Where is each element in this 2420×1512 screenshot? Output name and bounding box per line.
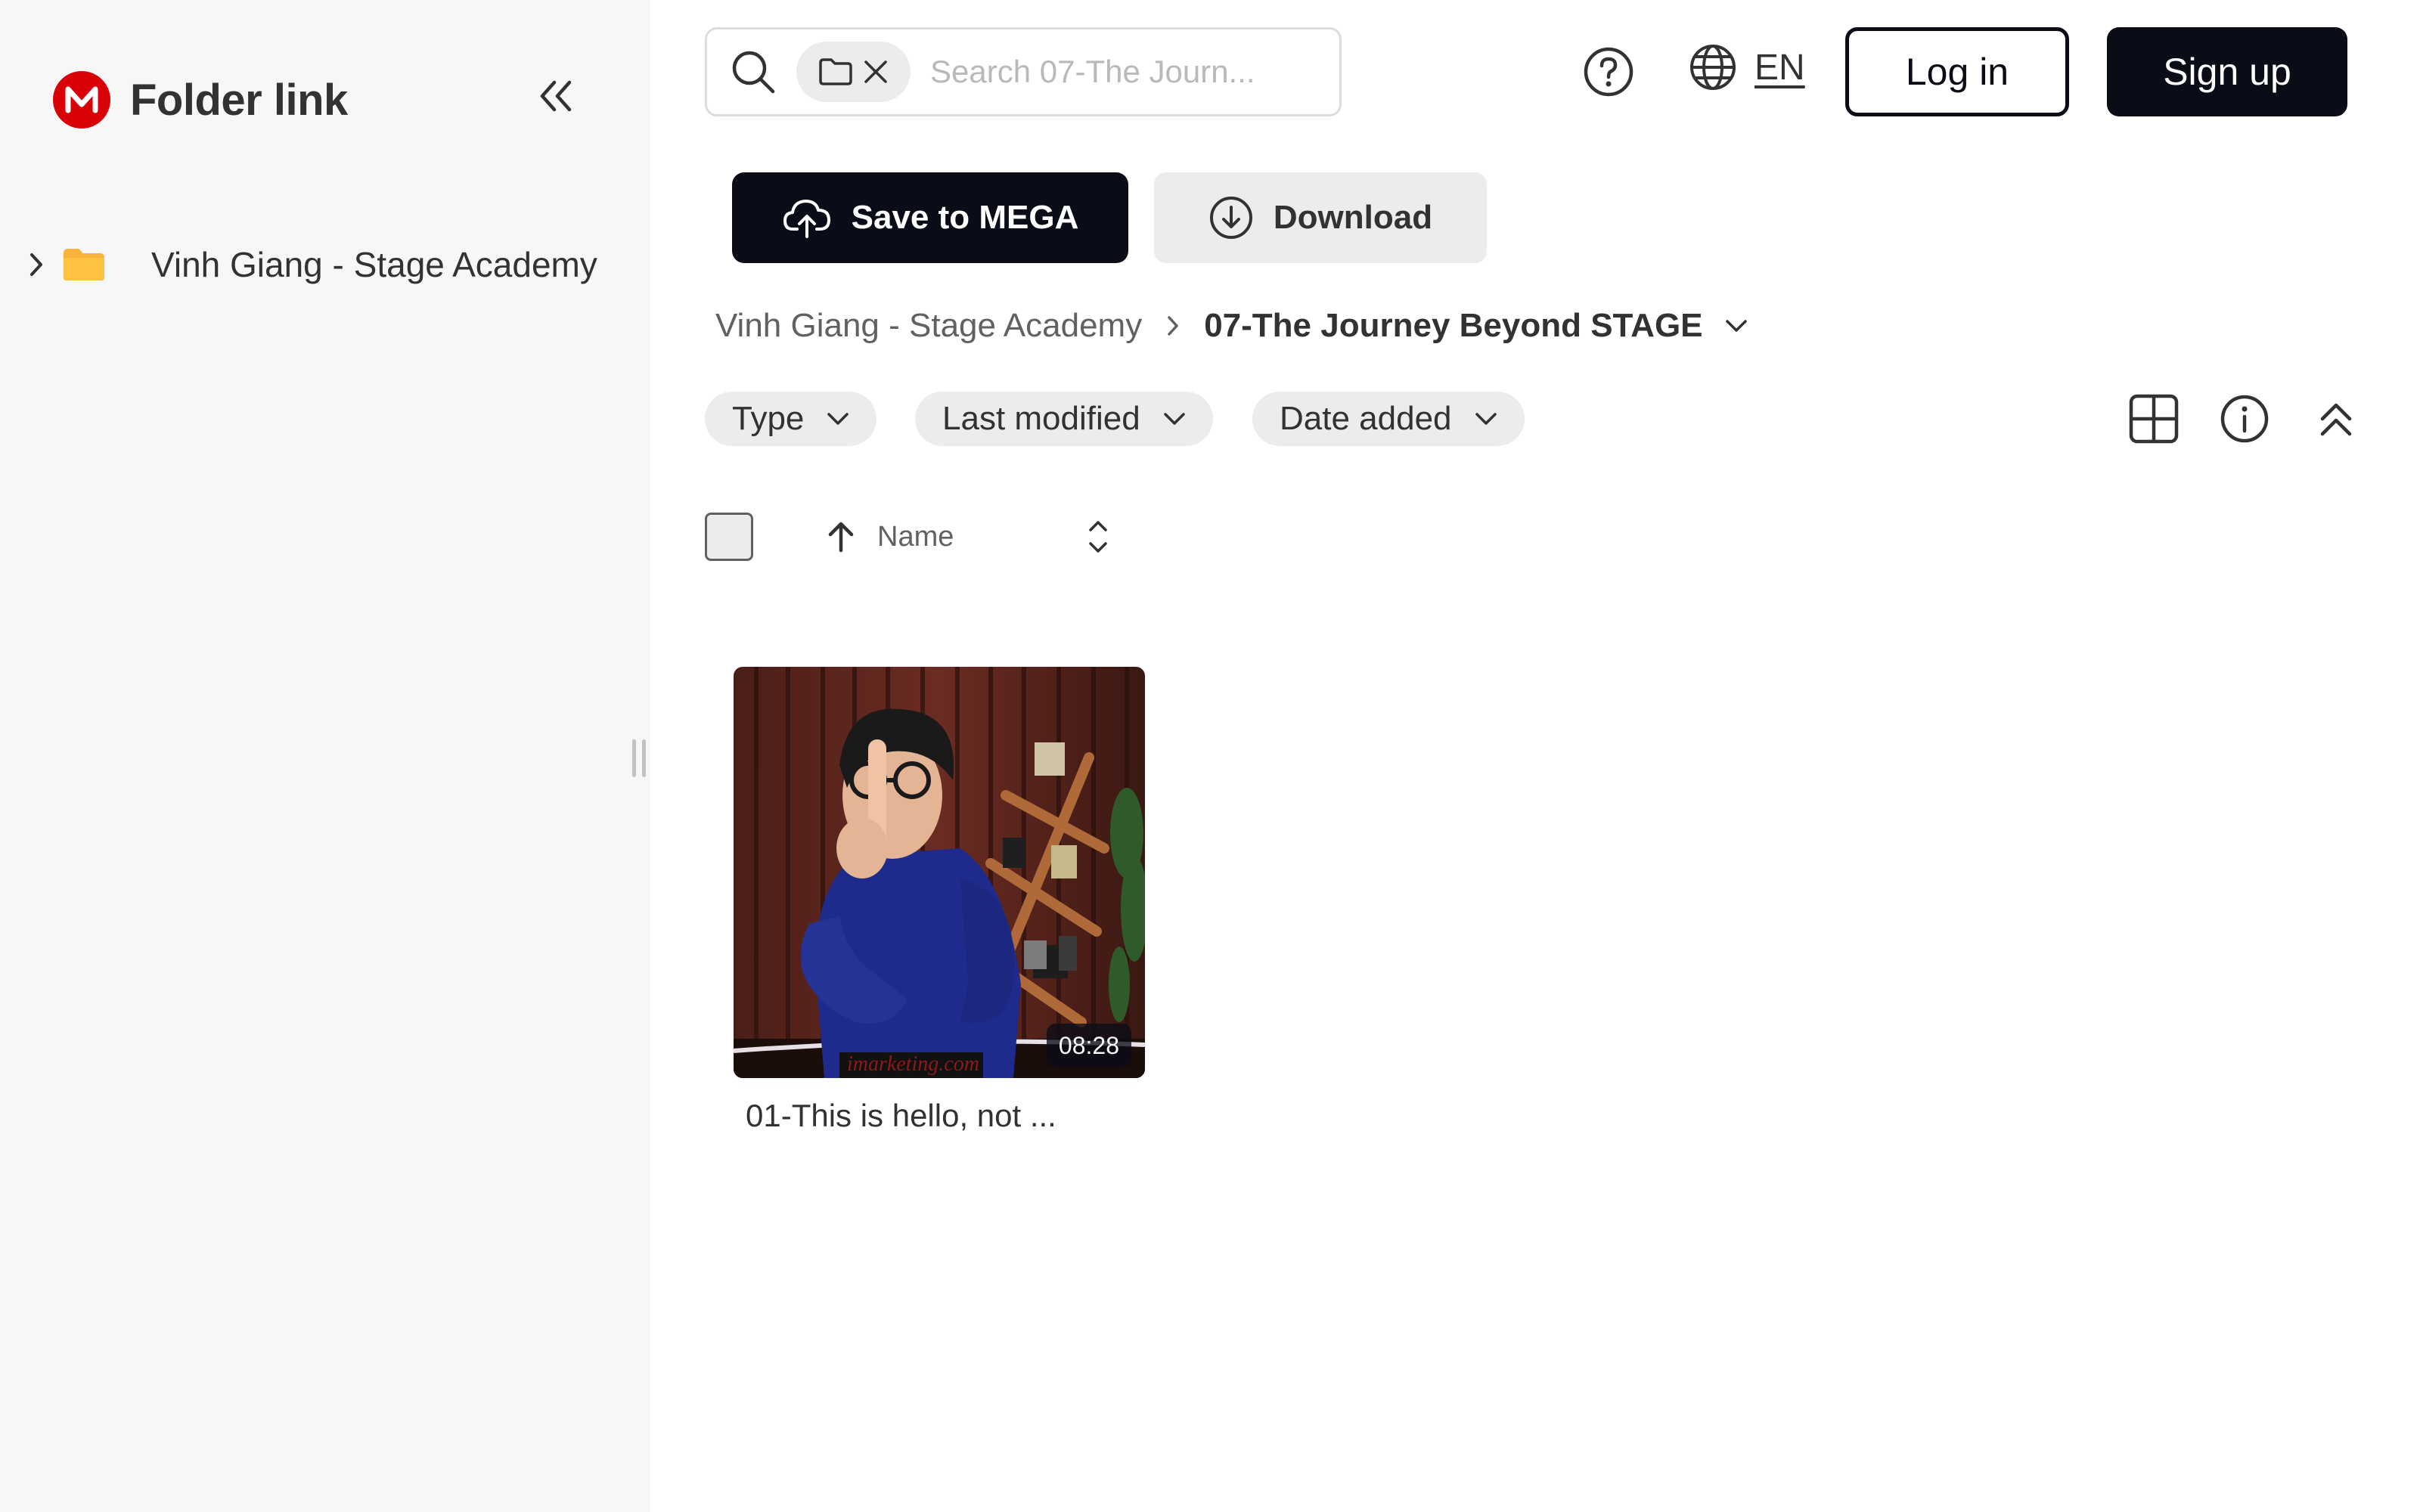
video-thumbnail-image: imarketing.com: [734, 667, 1145, 1078]
video-thumbnail[interactable]: imarketing.com 08:28: [734, 667, 1145, 1078]
sidebar-tree-item[interactable]: Vinh Giang - Stage Academy: [23, 234, 597, 295]
watermark-text: imarketing.com: [847, 1052, 979, 1076]
breadcrumb-dropdown-button[interactable]: [1724, 318, 1748, 333]
folder-icon: [64, 249, 104, 280]
search-icon: [730, 47, 777, 97]
filter-last-modified-label: Last modified: [942, 400, 1140, 437]
mega-logo-icon: [53, 71, 110, 129]
sort-toggle[interactable]: [1081, 514, 1115, 559]
breadcrumb-current: 07-The Journey Beyond STAGE: [1204, 307, 1703, 344]
collapse-header-button[interactable]: [2310, 393, 2363, 446]
help-button[interactable]: [1581, 44, 1637, 100]
select-all-checkbox[interactable]: [705, 513, 753, 561]
grid-view-icon: [2129, 394, 2179, 444]
save-to-mega-label: Save to MEGA: [851, 199, 1079, 236]
filter-type[interactable]: Type: [705, 392, 877, 446]
collapse-sidebar-button[interactable]: [529, 70, 582, 122]
sidebar: Folder link Vinh Giang - Stage Academy: [0, 0, 650, 1512]
double-chevron-up-icon: [2320, 403, 2352, 436]
grid-view-button[interactable]: [2125, 390, 2183, 448]
folder-outline-icon: [819, 58, 852, 85]
login-button[interactable]: Log in: [1845, 27, 2069, 116]
language-label: EN: [1754, 47, 1805, 88]
info-button[interactable]: [2216, 390, 2273, 448]
help-icon: [1584, 47, 1634, 97]
language-selector[interactable]: EN: [1688, 42, 1805, 92]
chevron-down-icon: [827, 413, 849, 425]
chevron-down-icon: [1475, 413, 1497, 425]
file-name[interactable]: 01-This is hello, not ...: [746, 1098, 1056, 1134]
breadcrumb-parent[interactable]: Vinh Giang - Stage Academy: [715, 307, 1142, 345]
chevron-right-icon: [1166, 314, 1180, 337]
search-input[interactable]: [930, 54, 1339, 90]
app-logo[interactable]: Folder link: [53, 71, 348, 129]
save-to-mega-button[interactable]: Save to MEGA: [732, 172, 1128, 263]
download-icon: [1209, 197, 1252, 239]
cloud-upload-icon: [783, 200, 830, 238]
arrow-up-icon: [828, 522, 854, 553]
expand-chevron-icon[interactable]: [23, 249, 50, 280]
breadcrumb: Vinh Giang - Stage Academy 07-The Journe…: [715, 301, 1748, 351]
signup-button[interactable]: Sign up: [2107, 27, 2347, 116]
sidebar-tree-item-label: Vinh Giang - Stage Academy: [151, 245, 597, 284]
sort-chevrons-icon: [1089, 521, 1107, 553]
sidebar-title: Folder link: [130, 75, 348, 125]
sidebar-resize-handle[interactable]: [632, 739, 646, 777]
name-column-label: Name: [877, 520, 954, 553]
video-duration: 08:28: [1046, 1024, 1131, 1067]
close-icon[interactable]: [863, 59, 889, 85]
filter-date-added-label: Date added: [1280, 400, 1452, 437]
filter-type-label: Type: [732, 400, 805, 437]
globe-icon: [1690, 45, 1736, 90]
filter-last-modified[interactable]: Last modified: [915, 392, 1213, 446]
search-scope-chip: [796, 42, 911, 102]
chevron-down-icon: [1725, 320, 1747, 332]
download-label: Download: [1273, 199, 1433, 236]
filter-date-added[interactable]: Date added: [1252, 392, 1525, 446]
double-chevron-left-icon: [540, 80, 572, 112]
chevron-down-icon: [1163, 413, 1185, 425]
download-button[interactable]: Download: [1154, 172, 1487, 263]
info-icon: [2220, 395, 2269, 443]
name-column-header[interactable]: Name: [826, 514, 954, 559]
search-bar[interactable]: [705, 27, 1342, 116]
